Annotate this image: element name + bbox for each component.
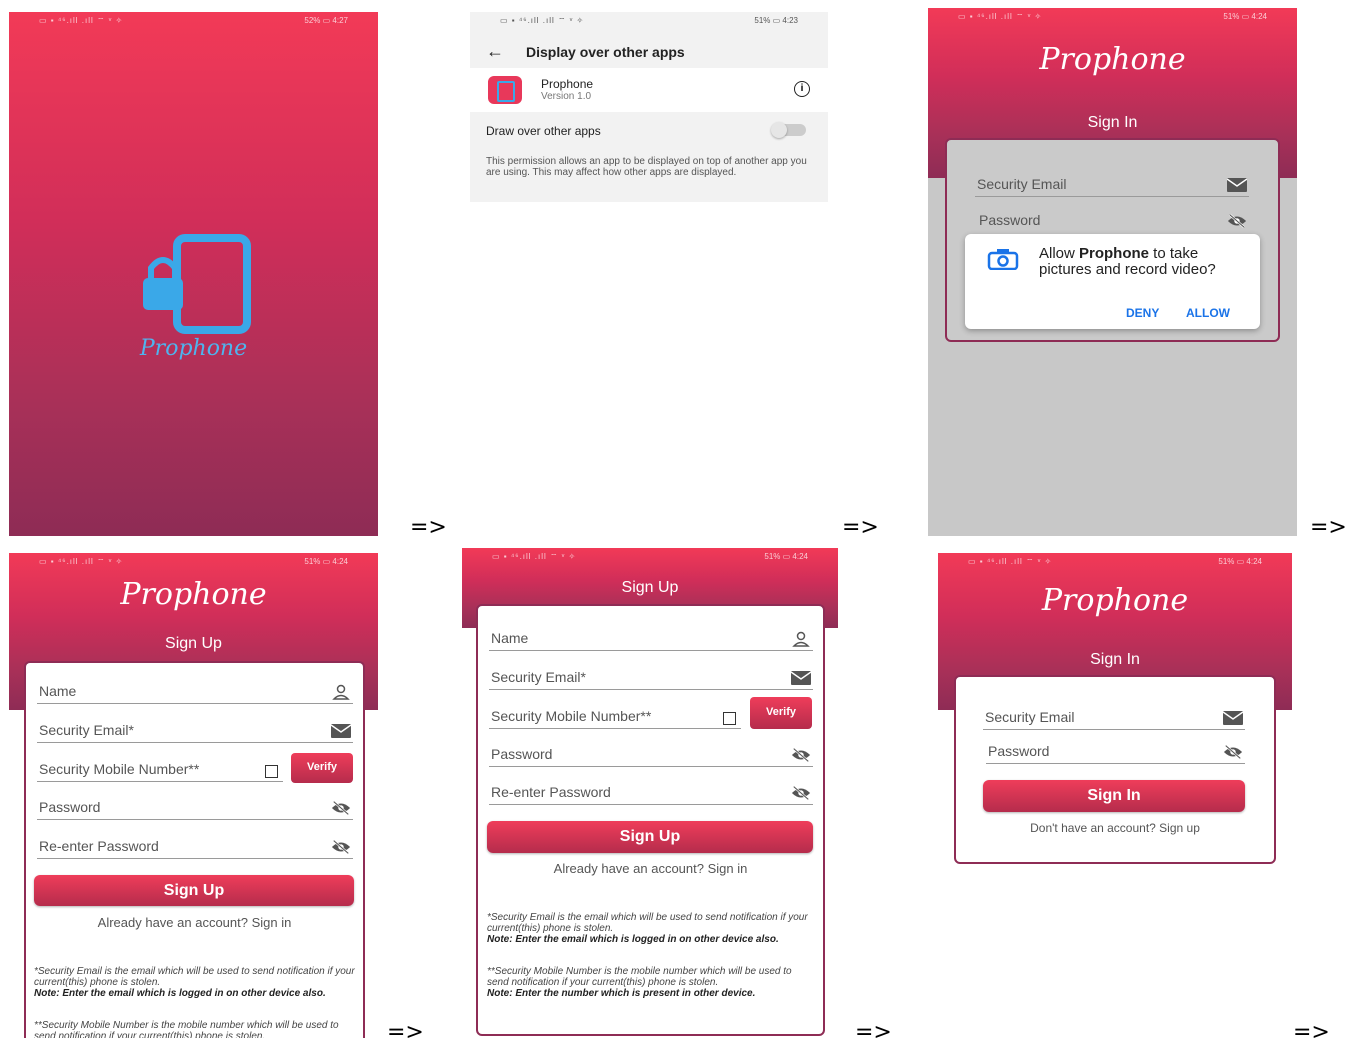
settings-screen: ▭ ▪ ⁴⁶.ıll .ıll ⌔ ᵛ ✧ 51% ▭ 4:23 ← Displ…: [470, 12, 828, 202]
password-field[interactable]: Password: [489, 740, 813, 767]
app-version: Version 1.0: [541, 91, 592, 102]
reenter-password-field[interactable]: Re-enter Password: [489, 778, 813, 805]
mobile-footnote: **Security Mobile Number is the mobile n…: [34, 1020, 339, 1038]
status-bar: ▭ ▪ ⁴⁶.ıll .ıll ⌔ ᵛ ✧ 51% ▭ 4:24: [492, 552, 808, 561]
permission-dialog: Allow Prophone to take pictures and reco…: [965, 234, 1260, 329]
security-email-field[interactable]: Security Email*: [37, 716, 353, 743]
logo-text: Prophone: [120, 577, 267, 612]
verify-button[interactable]: Verify: [750, 697, 812, 729]
logo-text: Prophone: [1039, 42, 1186, 77]
deny-button[interactable]: DENY: [1126, 306, 1159, 320]
eye-off-icon[interactable]: [791, 785, 811, 801]
signup-screen: ▭ ▪ ⁴⁶.ıll .ıll ⌔ ᵛ ✧ 51% ▭ 4:24 Prophon…: [9, 553, 378, 1038]
name-field[interactable]: Name: [37, 677, 353, 704]
mobile-checkbox[interactable]: [265, 765, 278, 778]
permission-description: This permission allows an app to be disp…: [486, 156, 807, 178]
dialog-message: Allow Prophone to take pictures and reco…: [1039, 245, 1216, 278]
status-bar: ▭ ▪ ⁴⁶.ıll .ıll ⌔ ᵛ ✧ 51% ▭ 4:23: [500, 16, 798, 25]
security-email-field[interactable]: Security Email*: [489, 663, 813, 690]
mobile-checkbox[interactable]: [723, 712, 736, 725]
email-footnote: *Security Email is the email which will …: [487, 912, 808, 945]
lock-phone-logo-icon: [143, 234, 251, 334]
prophone-app-icon: [488, 76, 522, 104]
reenter-password-field[interactable]: Re-enter Password: [37, 832, 353, 859]
mail-icon: [1223, 710, 1243, 726]
signup-button[interactable]: Sign Up: [487, 821, 813, 853]
allow-button[interactable]: ALLOW: [1186, 306, 1230, 320]
mobile-footnote: **Security Mobile Number is the mobile n…: [487, 966, 792, 999]
email-field[interactable]: Security Email: [983, 703, 1245, 730]
signup-link[interactable]: Don't have an account? Sign up: [956, 821, 1274, 835]
flow-arrow: =>: [410, 515, 447, 540]
status-bar: ▭ ▪ ⁴⁶.ıll .ıll ⌔ ᵛ ✧ 51% ▭ 4:24: [968, 557, 1262, 566]
security-mobile-field[interactable]: Security Mobile Number**: [489, 702, 741, 729]
name-field[interactable]: Name: [489, 624, 813, 651]
eye-off-icon[interactable]: [1223, 744, 1243, 760]
security-mobile-field[interactable]: Security Mobile Number**: [37, 755, 283, 782]
flow-arrow: =>: [1310, 515, 1347, 540]
status-bar: ▭ ▪ ⁴⁶.ıll .ıll ⌔ ᵛ ✧ 51% ▭ 4:24: [958, 12, 1267, 21]
flow-arrow: =>: [855, 1020, 892, 1045]
info-icon[interactable]: i: [794, 81, 810, 97]
eye-off-icon[interactable]: [1227, 213, 1247, 229]
signup-button[interactable]: Sign Up: [34, 875, 354, 906]
signin-card: Security Email Password Sign In Don't ha…: [954, 675, 1276, 864]
mail-icon: [331, 723, 351, 739]
signin-link[interactable]: Already have an account? Sign in: [26, 915, 363, 930]
signin-button[interactable]: Sign In: [983, 780, 1245, 812]
splash-app-name: Prophone: [139, 336, 248, 361]
logo-text: Prophone: [1041, 583, 1189, 618]
camera-icon: [987, 249, 1019, 270]
splash-screen: ▭ ▪ ⁴⁶.ıll .ıll ⌔ ᵛ ✧ 52% ▭ 4:27 Prophon…: [9, 12, 378, 536]
person-icon: [791, 631, 811, 647]
status-bar: ▭ ▪ ⁴⁶.ıll .ıll ⌔ ᵛ ✧ 52% ▭ 4:27: [39, 16, 348, 25]
verify-button[interactable]: Verify: [291, 753, 353, 783]
eye-off-icon[interactable]: [331, 839, 351, 855]
flow-arrow: =>: [387, 1020, 424, 1045]
screen-heading: Sign In: [1087, 114, 1138, 131]
draw-over-row[interactable]: Draw over other apps: [470, 116, 828, 146]
flow-arrow: =>: [842, 515, 879, 540]
screen-heading: Sign Up: [165, 635, 222, 652]
person-icon: [331, 684, 351, 700]
mail-icon: [1227, 177, 1247, 193]
eye-off-icon[interactable]: [791, 747, 811, 763]
permission-screen: ▭ ▪ ⁴⁶.ıll .ıll ⌔ ᵛ ✧ 51% ▭ 4:24 Prophon…: [928, 8, 1297, 536]
page-title: Display over other apps: [526, 44, 685, 60]
app-name: Prophone: [541, 77, 594, 91]
draw-over-toggle[interactable]: [771, 122, 806, 138]
signup-card: Name Security Email* Security Mobile Num…: [24, 661, 365, 1038]
mail-icon: [791, 670, 811, 686]
signin-screen: ▭ ▪ ⁴⁶.ıll .ıll ⌔ ᵛ ✧ 51% ▭ 4:24 Prophon…: [938, 553, 1292, 873]
email-field[interactable]: Security Email: [975, 170, 1249, 197]
flow-arrow: =>: [1293, 1020, 1330, 1045]
password-field[interactable]: Password: [37, 793, 353, 820]
password-field[interactable]: Password: [986, 737, 1245, 764]
signup-scrolled-screen: ▭ ▪ ⁴⁶.ıll .ıll ⌔ ᵛ ✧ 51% ▭ 4:24 Sign Up…: [462, 548, 838, 1038]
back-arrow-icon[interactable]: ←: [486, 41, 504, 62]
app-info-row: Prophone Version 1.0 i: [470, 68, 828, 112]
signup-card: Name Security Email* Security Mobile Num…: [476, 604, 825, 1036]
toggle-label: Draw over other apps: [486, 124, 601, 138]
status-bar: ▭ ▪ ⁴⁶.ıll .ıll ⌔ ᵛ ✧ 51% ▭ 4:24: [39, 557, 348, 566]
screen-heading: Sign Up: [621, 579, 679, 596]
screen-heading: Sign In: [1090, 651, 1140, 668]
email-footnote: *Security Email is the email which will …: [34, 966, 355, 999]
signin-link[interactable]: Already have an account? Sign in: [478, 861, 823, 876]
eye-off-icon[interactable]: [331, 800, 351, 816]
password-field[interactable]: Password: [977, 206, 1249, 232]
